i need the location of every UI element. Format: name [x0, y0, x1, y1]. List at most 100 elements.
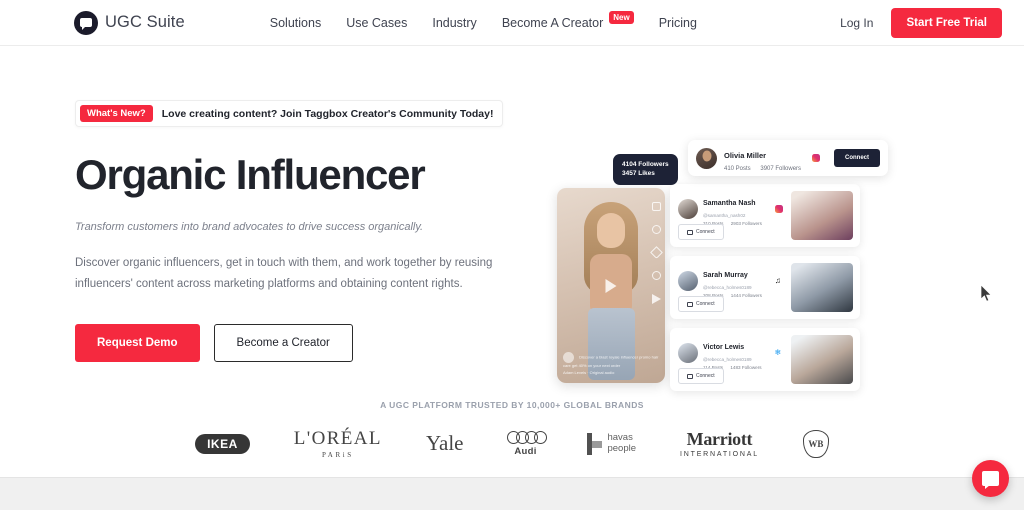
followers-count: 3907 Followers	[760, 165, 802, 172]
influencer-header: Victor Lewis @rebecca_holmes0189 114 Pos…	[678, 335, 791, 370]
influencer-info: Victor Lewis @rebecca_holmes0189 114 Pos…	[677, 335, 791, 384]
influencer-identity: Victor Lewis @rebecca_holmes0189 114 Pos…	[703, 335, 768, 370]
influencer-card[interactable]: Victor Lewis @rebecca_holmes0189 114 Pos…	[670, 328, 860, 391]
influencer-identity: Sarah Murray @rebecca_holmes0189 208 Pos…	[703, 263, 768, 298]
influencer-info: Sarah Murray @rebecca_holmes0189 208 Pos…	[677, 263, 791, 312]
nav-label: Industry	[432, 15, 477, 30]
connect-label: Connect	[696, 301, 715, 307]
avatar	[678, 270, 698, 291]
camera-icon	[652, 202, 661, 211]
avatar	[678, 198, 698, 219]
chat-support-button[interactable]	[972, 460, 1009, 497]
influencer-header: Sarah Murray @rebecca_holmes0189 208 Pos…	[678, 263, 791, 298]
nav-label: Solutions	[269, 15, 322, 30]
featured-influencer-info: Olivia Miller 410 Posts 3907 Followers	[724, 145, 810, 172]
followers-count: 1483 Followers	[730, 364, 762, 370]
twitter-icon: ❄	[774, 347, 782, 357]
content-thumbnail[interactable]	[791, 263, 853, 312]
nav-label: Pricing	[658, 15, 697, 30]
chat-icon	[687, 229, 693, 235]
influencer-card[interactable]: Samantha Nash @samantha_nash02 310 Posts…	[670, 184, 860, 247]
ikea-logo-text: IKEA	[195, 433, 250, 454]
marriott-logo-subtext: INTERNATIONAL	[680, 451, 759, 458]
hero-subtitle: Transform customers into brand advocates…	[75, 221, 424, 234]
followers-count: 2903 Followers	[730, 220, 762, 226]
reel-caption: Discover a blast royale influencer promo…	[563, 352, 659, 377]
reel-avatar-icon	[563, 352, 574, 364]
hero-visual: 4104 Followers 3457 Likes Discover a bla…	[550, 136, 950, 406]
nav-actions: Log In Start Free Trial	[840, 7, 1002, 38]
influencer-card-list: Samantha Nash @samantha_nash02 310 Posts…	[670, 184, 860, 400]
connect-button[interactable]: Connect	[678, 224, 724, 240]
connect-label: Connect	[696, 373, 715, 379]
announcement-banner[interactable]: What's New? Love creating content? Join …	[75, 100, 504, 127]
avatar	[678, 342, 698, 363]
share-icon	[652, 294, 661, 304]
hero-actions: Request Demo Become a Creator	[75, 323, 545, 362]
warner-bros-shield-icon: WB	[802, 429, 829, 458]
nav-item-industry[interactable]: Industry	[432, 16, 476, 30]
influencer-handle: @rebecca_holmes0189	[703, 285, 752, 290]
stats-badge: 4104 Followers 3457 Likes	[613, 154, 678, 185]
connect-button[interactable]: Connect	[678, 368, 724, 384]
brand-logo[interactable]: UGC Suite	[74, 10, 185, 35]
marriott-logo-text: Marriott	[686, 429, 753, 449]
brand-name: UGC Suite	[105, 13, 185, 31]
influencer-name: Sarah Murray	[703, 272, 748, 279]
chat-bubble-icon	[982, 471, 999, 489]
login-link[interactable]: Log In	[840, 16, 873, 30]
brand-logo-ikea: IKEA	[195, 433, 250, 454]
stats-followers: 4104 Followers	[622, 161, 669, 168]
request-demo-button[interactable]: Request Demo	[75, 323, 200, 362]
nav-item-solutions[interactable]: Solutions	[270, 16, 321, 30]
profile-icon	[652, 225, 661, 234]
nav-item-pricing[interactable]: Pricing	[659, 16, 697, 30]
reel-preview[interactable]: Discover a blast royale influencer promo…	[557, 188, 665, 383]
comment-icon	[652, 271, 661, 280]
followers-count: 1444 Followers	[730, 292, 762, 298]
nav-label: Become A Creator	[501, 15, 604, 30]
brand-logo-yale: Yale	[426, 431, 464, 456]
become-a-creator-button[interactable]: Become a Creator	[213, 323, 353, 362]
influencer-identity: Samantha Nash @samantha_nash02 310 Posts…	[703, 191, 768, 226]
brand-logo-loreal: L'ORÉAL PARiS	[294, 428, 382, 459]
connect-button[interactable]: Connect	[678, 296, 724, 312]
nav-links: Solutions Use Cases Industry Become A Cr…	[270, 11, 697, 30]
featured-influencer-card[interactable]: Olivia Miller 410 Posts 3907 Followers C…	[688, 140, 888, 176]
nav-item-become-a-creator[interactable]: Become A Creator New	[501, 11, 634, 30]
influencer-info: Samantha Nash @samantha_nash02 310 Posts…	[677, 191, 791, 240]
heart-icon	[650, 246, 663, 259]
brand-logo-warner-bros: WB	[802, 429, 829, 458]
brand-logo-marriott: Marriott INTERNATIONAL	[680, 429, 759, 458]
stats-likes: 3457 Likes	[622, 170, 655, 178]
influencer-name: Samantha Nash	[703, 200, 756, 207]
influencer-card[interactable]: Sarah Murray @rebecca_holmes0189 208 Pos…	[670, 256, 860, 319]
influencer-handle: @rebecca_holmes0189	[703, 357, 752, 362]
posts-count: 410 Posts	[724, 165, 751, 172]
connect-button[interactable]: Connect	[834, 149, 880, 167]
instagram-icon	[812, 154, 820, 162]
influencer-stats: 410 Posts 3907 Followers	[724, 166, 810, 172]
audi-logo-text: Audi	[514, 445, 537, 457]
avatar	[696, 147, 717, 169]
play-icon[interactable]	[605, 278, 617, 293]
chat-icon	[687, 373, 693, 379]
brand-logo-havas-people: havas people	[587, 432, 637, 455]
brand-logo-audi: Audi	[507, 430, 548, 457]
announcement-text: Love creating content? Join Taggbox Crea…	[161, 107, 494, 120]
influencer-name: Victor Lewis	[703, 344, 745, 351]
page-title: Organic Influencer	[75, 151, 426, 198]
tiktok-icon: ♫	[774, 275, 781, 285]
influencer-handle: @samantha_nash02	[703, 213, 746, 218]
influencer-name: Olivia Miller	[724, 150, 767, 160]
content-thumbnail[interactable]	[791, 191, 853, 240]
reel-action-icons	[650, 202, 663, 304]
content-thumbnail[interactable]	[791, 335, 853, 384]
audi-rings-icon	[507, 430, 548, 444]
hero-copy: What's New? Love creating content? Join …	[75, 100, 545, 362]
nav-item-use-cases[interactable]: Use Cases	[346, 16, 407, 30]
nav-label: Use Cases	[346, 15, 408, 30]
havas-line2: people	[607, 442, 637, 454]
instagram-icon	[774, 204, 783, 213]
start-free-trial-button[interactable]: Start Free Trial	[891, 7, 1002, 38]
